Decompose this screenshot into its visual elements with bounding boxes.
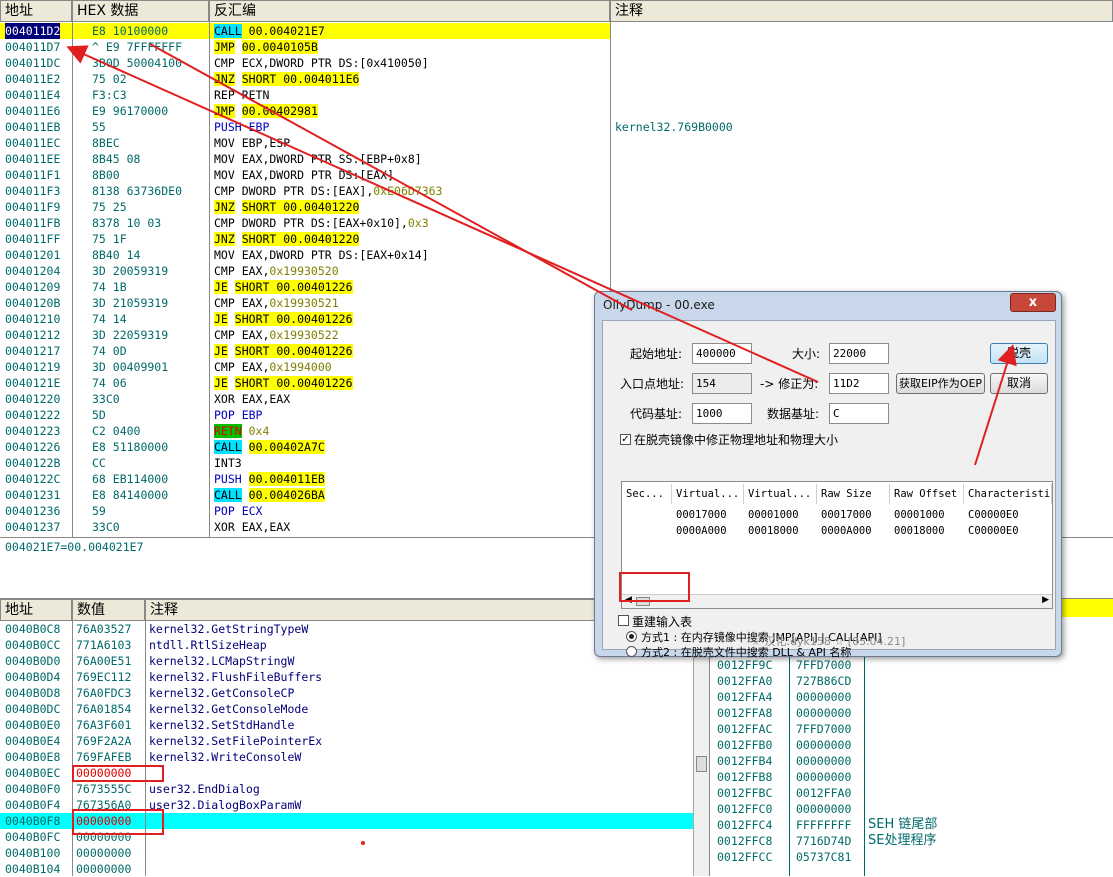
arrow-line [149, 43, 633, 311]
highlight-box-zero [72, 765, 164, 782]
arrow-dump [974, 344, 1017, 466]
highlight-box-zero [72, 809, 164, 835]
annotation-overlay [66, 43, 1017, 845]
highlight-box-rebuild [619, 572, 690, 602]
arrow-oep [66, 45, 819, 383]
annotation-dot [361, 841, 365, 845]
